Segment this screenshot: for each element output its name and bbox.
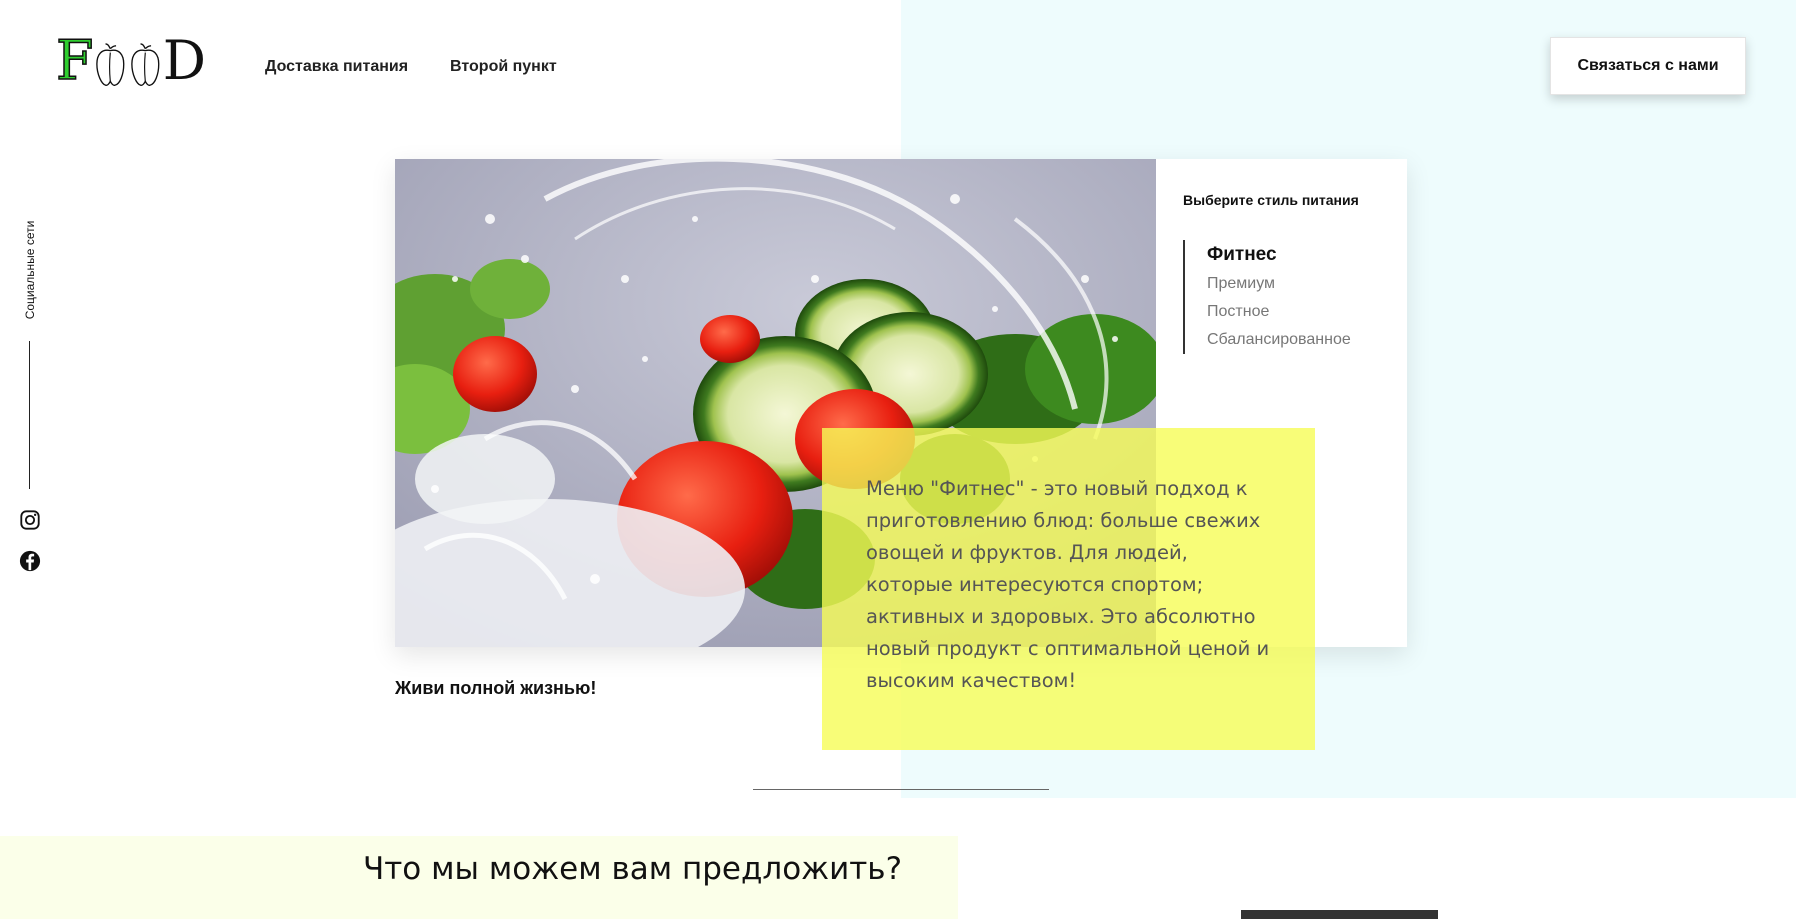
section-divider xyxy=(753,789,1049,790)
nav-link-delivery[interactable]: Доставка питания xyxy=(257,55,417,80)
dark-block xyxy=(1241,910,1438,919)
description-text: Меню "Фитнес" - это новый подход к приго… xyxy=(866,477,1270,692)
offer-section-title: Что мы можем вам предложить? xyxy=(363,851,903,887)
social-divider xyxy=(29,341,30,489)
logo-letter-f: F xyxy=(55,29,94,92)
style-option-balanced[interactable]: Сбалансированное xyxy=(1207,326,1351,354)
style-option-premium[interactable]: Премиум xyxy=(1207,270,1351,298)
pepper-icon xyxy=(131,43,160,86)
contact-button[interactable]: Связаться с нами xyxy=(1550,37,1746,95)
style-list: Фитнес Премиум Постное Сбалансированное xyxy=(1183,240,1351,354)
social-label: Социальные сети xyxy=(23,220,37,320)
description-box: Меню "Фитнес" - это новый подход к приго… xyxy=(822,428,1315,750)
facebook-icon[interactable] xyxy=(19,550,41,572)
style-option-lenten[interactable]: Постное xyxy=(1207,298,1351,326)
tagline: Живи полной жизнью! xyxy=(395,678,597,698)
style-selector-title: Выберите стиль питания xyxy=(1183,192,1359,208)
logo-letter-d: D xyxy=(162,29,206,92)
nav-link-second[interactable]: Второй пункт xyxy=(446,55,565,80)
instagram-icon[interactable] xyxy=(19,509,41,531)
page: F D Доставка питания Второй пункт Связат… xyxy=(0,0,1796,919)
pepper-icon xyxy=(96,43,125,86)
logo[interactable]: F D xyxy=(55,29,206,92)
style-option-fitness[interactable]: Фитнес xyxy=(1207,240,1351,270)
main-nav: Доставка питания Второй пункт xyxy=(257,55,565,80)
